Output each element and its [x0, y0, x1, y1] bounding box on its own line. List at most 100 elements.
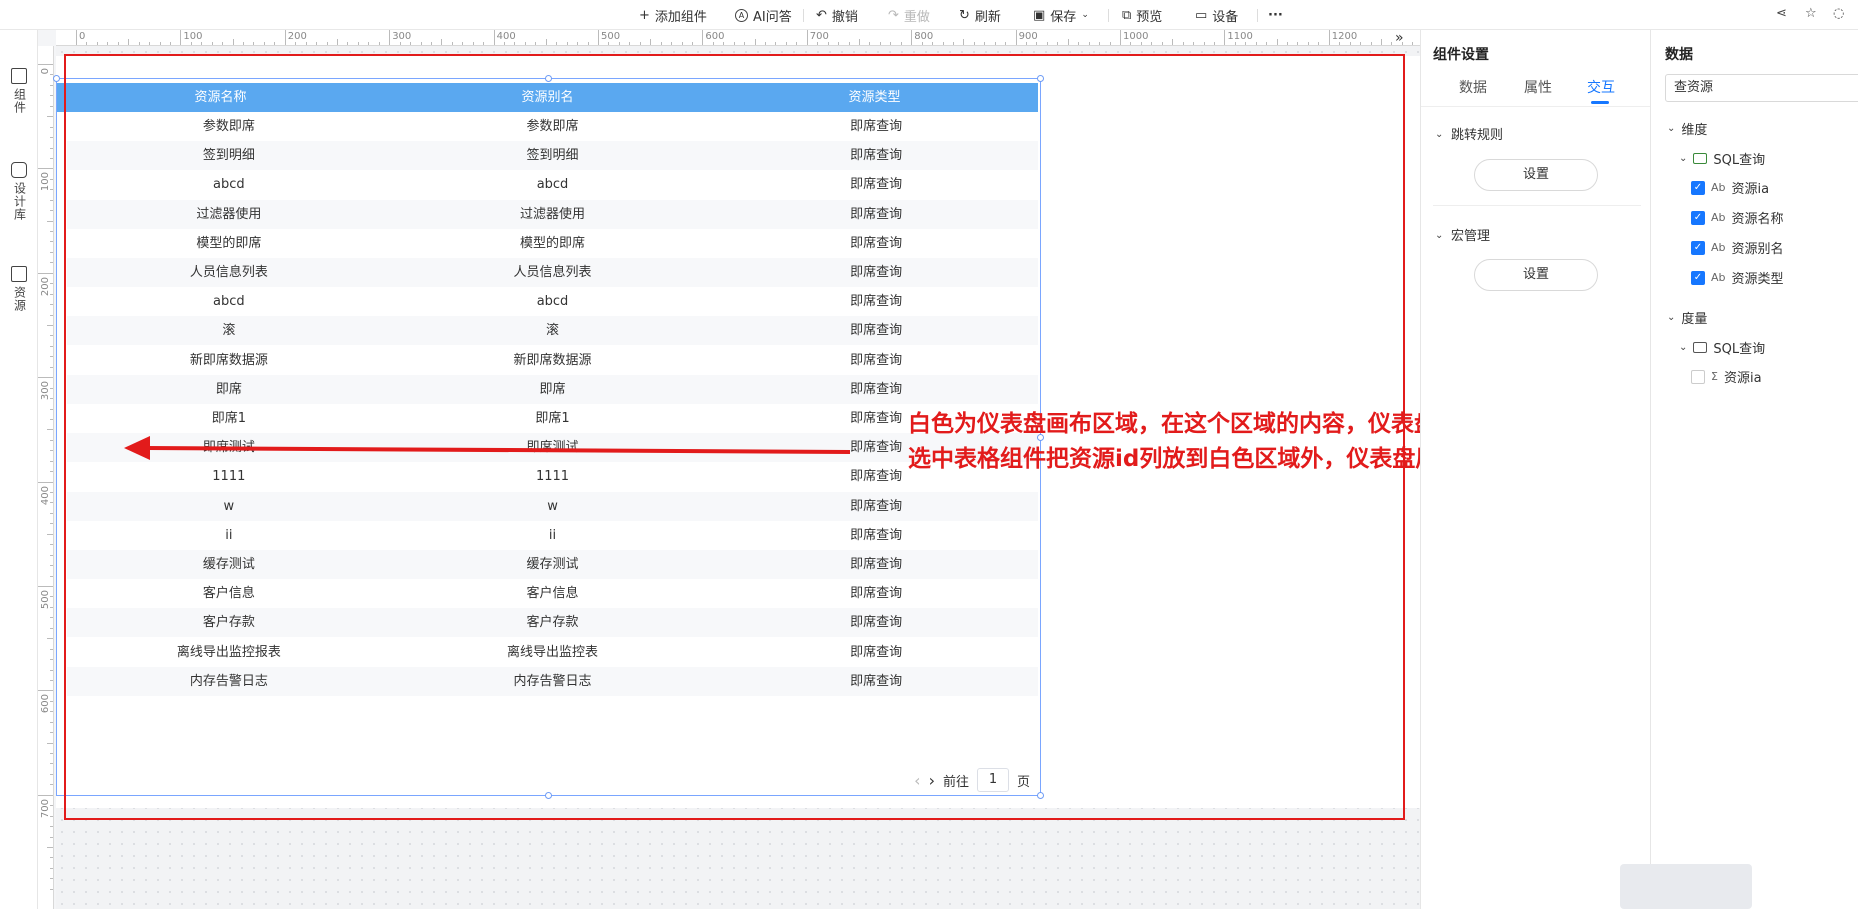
chevron-down-icon[interactable]: ⌄ [1435, 129, 1443, 140]
ruler-minor-tick [50, 105, 53, 107]
macro-set-button[interactable]: 设置 [1474, 259, 1598, 291]
next-page-icon[interactable]: › [929, 771, 935, 790]
chevron-down-icon[interactable]: ⌄ [1435, 230, 1443, 241]
prev-page-icon[interactable]: ‹ [914, 771, 920, 790]
resize-handle[interactable] [545, 75, 552, 82]
sidebar-item-widgets[interactable]: 组件 [0, 68, 38, 114]
field-checkbox[interactable]: ✓ [1691, 210, 1705, 225]
star-icon[interactable]: ☆ [1805, 6, 1817, 21]
table-cell: 客户信息 [202, 586, 255, 602]
ruler-minor-tick [921, 42, 923, 45]
ruler-minor-tick [900, 42, 902, 45]
ruler-minor-tick [608, 42, 610, 45]
field-checkbox[interactable] [1691, 369, 1705, 384]
comment-icon[interactable]: ◌ [1833, 6, 1844, 21]
dimension-group[interactable]: ⌄ 维度 [1667, 119, 1707, 138]
ruler-minor-tick [410, 42, 412, 45]
ruler-minor-tick [545, 39, 547, 45]
field-item[interactable]: ✓ Ab 资源类型 [1691, 268, 1784, 287]
tab-properties[interactable]: 属性 [1524, 77, 1552, 97]
more-button[interactable]: ··· [1268, 0, 1283, 30]
table-row[interactable]: 客户信息 客户信息 即席查询 [67, 579, 1038, 608]
ruler-minor-tick [963, 39, 965, 45]
table-row[interactable]: 缓存测试 缓存测试 即席查询 [67, 550, 1038, 579]
table-cell: 客户存款 [202, 615, 255, 631]
share-icon[interactable]: ⋖ [1776, 6, 1787, 21]
undo-button[interactable]: ↶ 撤销 [816, 0, 858, 30]
ruler-minor-tick [47, 533, 53, 535]
table-row[interactable]: 即席1 即席1 即席查询 [67, 404, 1038, 433]
table-cell: 即席查询 [850, 498, 903, 514]
divider [1421, 106, 1651, 107]
ai-qa-button[interactable]: A AI问答 [735, 0, 792, 30]
table-cell: 即席查询 [850, 381, 903, 397]
table-row[interactable]: ii ii 即席查询 [67, 521, 1038, 550]
annotation-arrow [124, 436, 851, 460]
sql-query-node[interactable]: ⌄ SQL查询 [1679, 149, 1765, 168]
ruler-minor-tick [1307, 42, 1309, 45]
ruler-minor-tick [50, 398, 53, 400]
table-row[interactable]: abcd abcd 即席查询 [67, 170, 1038, 199]
text-type-icon: Ab [1711, 211, 1726, 224]
ruler-minor-tick [107, 42, 109, 45]
sidebar-item-design-lib[interactable]: 设计库 [0, 162, 38, 221]
tab-data[interactable]: 数据 [1459, 77, 1487, 97]
ruler-minor-tick [984, 42, 986, 45]
table-header: 资源名称 资源别名 资源类型 [57, 83, 1038, 112]
field-checkbox[interactable]: ✓ [1691, 180, 1705, 195]
add-widget-button[interactable]: + 添加组件 [639, 0, 707, 30]
resize-handle[interactable] [545, 792, 552, 799]
resource-search-input[interactable]: 查资源 [1665, 74, 1858, 102]
table-row[interactable]: w w 即席查询 [67, 491, 1038, 521]
measure-group[interactable]: ⌄ 度量 [1667, 308, 1707, 327]
column-header[interactable]: 资源别名 [384, 83, 711, 112]
table-row[interactable]: 即席 即席 即席查询 [67, 374, 1038, 404]
table-row[interactable]: 内存告警日志 内存告警日志 即席查询 [67, 666, 1038, 696]
resize-handle[interactable] [1037, 792, 1044, 799]
jump-rules-set-button[interactable]: 设置 [1474, 159, 1598, 191]
save-button[interactable]: ▣ 保存 ⌄ [1033, 0, 1089, 30]
table-row[interactable]: 人员信息列表 人员信息列表 即席查询 [67, 258, 1038, 287]
ruler-minor-tick [1391, 42, 1393, 45]
field-item[interactable]: ✓ Ab 资源别名 [1691, 238, 1784, 257]
table-row[interactable]: 客户存款 客户存款 即席查询 [67, 608, 1038, 638]
sql-query-node[interactable]: ⌄ SQL查询 [1679, 338, 1765, 357]
ruler-minor-tick [50, 450, 53, 452]
ruler-minor-tick [47, 742, 53, 744]
ruler-tick [38, 168, 53, 170]
field-item[interactable]: ✓ Ab 资源名称 [1691, 208, 1784, 227]
field-checkbox[interactable]: ✓ [1691, 270, 1705, 285]
table-row[interactable]: 过滤器使用 过滤器使用 即席查询 [67, 199, 1038, 229]
sidebar-item-resources[interactable]: 资源 [0, 266, 38, 312]
table-row[interactable]: abcd abcd 即席查询 [67, 287, 1038, 316]
ruler-minor-tick [50, 492, 53, 494]
table-cell: 1111 [212, 469, 246, 485]
column-header[interactable]: 资源类型 [711, 83, 1038, 112]
tab-interaction[interactable]: 交互 [1587, 77, 1615, 97]
expand-icon[interactable]: » [1395, 30, 1411, 46]
table-row[interactable]: 参数即席 参数即席 即席查询 [67, 112, 1038, 141]
top-toolbar: + 添加组件 A AI问答 ↶ 撤销 ↷ 重做 ↻ 刷新 ▣ 保存 ⌄ ⧉ 预览 [0, 0, 1858, 30]
resize-handle[interactable] [1037, 75, 1044, 82]
table-row[interactable]: 签到明细 签到明细 即席查询 [67, 141, 1038, 171]
device-button[interactable]: ▭ 设备 [1195, 0, 1238, 30]
column-header[interactable]: 资源名称 [57, 83, 384, 112]
field-item[interactable]: ✓ Ab 资源ia [1691, 178, 1769, 197]
page-number-input[interactable]: 1 [976, 768, 1009, 792]
redo-button[interactable]: ↷ 重做 [888, 0, 930, 30]
refresh-button[interactable]: ↻ 刷新 [959, 0, 1001, 30]
table-row[interactable]: 模型的即席 模型的即席 即席查询 [67, 229, 1038, 258]
table-row[interactable]: 离线导出监控报表 离线导出监控表 即席查询 [67, 638, 1038, 667]
ruler-minor-tick [263, 42, 265, 45]
field-item[interactable]: Σ 资源ia [1691, 367, 1762, 386]
ruler-minor-tick [1026, 42, 1028, 45]
ruler-minor-tick [712, 42, 714, 45]
table-row[interactable]: 新即席数据源 新即席数据源 即席查询 [67, 346, 1038, 375]
resize-handle[interactable] [53, 75, 60, 82]
ruler-minor-tick [50, 178, 53, 180]
preview-button[interactable]: ⧉ 预览 [1122, 0, 1162, 30]
field-checkbox[interactable]: ✓ [1691, 240, 1705, 255]
ruler-minor-tick [556, 42, 558, 45]
table-row[interactable]: 1111 1111 即席查询 [67, 462, 1038, 491]
table-row[interactable]: 滚 滚 即席查询 [67, 316, 1038, 346]
